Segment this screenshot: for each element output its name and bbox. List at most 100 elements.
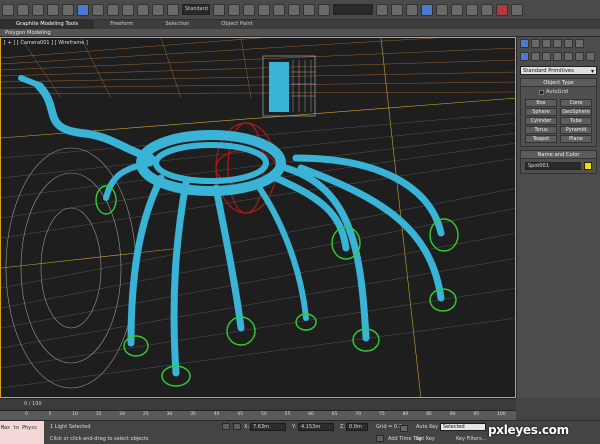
pivot-center-icon[interactable] — [213, 3, 225, 16]
edit-named-selection-icon[interactable] — [318, 3, 330, 16]
object-color-swatch[interactable] — [584, 162, 592, 170]
utilities-tab-icon[interactable] — [575, 39, 584, 48]
named-selection-select[interactable] — [333, 4, 373, 15]
mirror-icon[interactable] — [376, 3, 388, 16]
render-setup-icon[interactable] — [481, 3, 493, 16]
autogrid-label[interactable]: AutoGrid — [546, 89, 568, 95]
camera-viewport[interactable]: [ + ] [ Camera001 ] [ Wireframe ] — [0, 37, 516, 398]
set-key-button[interactable]: Set Key — [416, 436, 435, 442]
display-tab-icon[interactable] — [564, 39, 573, 48]
tab-freeform[interactable]: Freeform — [94, 20, 149, 29]
timeline-tick-95: 95 — [473, 412, 480, 417]
tab-selection[interactable]: Selection — [149, 20, 205, 29]
key-filters-button[interactable]: Key Filters... — [456, 436, 486, 442]
snap-toggle-icon[interactable] — [258, 3, 270, 16]
timeline-tick-5: 5 — [48, 412, 52, 417]
autogrid-row: AutoGrid — [521, 87, 596, 97]
select-object-icon[interactable] — [77, 3, 89, 16]
modify-tab-icon[interactable] — [531, 39, 540, 48]
material-editor-icon[interactable] — [466, 3, 478, 16]
timeline-tick-85: 85 — [426, 412, 432, 417]
plane-button[interactable]: Plane — [560, 135, 592, 143]
ribbon-panel: Polygon Modeling — [0, 29, 600, 37]
tab-object-paint[interactable]: Object Paint — [205, 20, 268, 29]
helpers-icon[interactable] — [564, 52, 573, 61]
cameras-icon[interactable] — [553, 52, 562, 61]
render-production-icon[interactable] — [511, 3, 523, 16]
select-by-name-icon[interactable] — [92, 3, 104, 16]
timeline-tick-50: 50 — [261, 412, 267, 417]
frame-counter[interactable]: 0 / 100 — [24, 400, 54, 409]
align-icon[interactable] — [391, 3, 403, 16]
schematic-view-icon[interactable] — [451, 3, 463, 16]
auto-key-button[interactable]: Auto Key — [416, 424, 438, 430]
maxscript-listener[interactable]: Max to Physc — [0, 421, 44, 444]
keyboard-shortcut-icon[interactable] — [243, 3, 255, 16]
teapot-button[interactable]: Teapot — [525, 135, 557, 143]
percent-snap-icon[interactable] — [288, 3, 300, 16]
create-tab-icon[interactable] — [520, 39, 529, 48]
time-slider[interactable]: 0 / 100 — [0, 398, 516, 410]
manipulate-icon[interactable] — [228, 3, 240, 16]
object-name-field[interactable]: Spot001 — [525, 162, 582, 170]
graphite-tools-icon[interactable] — [421, 3, 433, 16]
layer-manager-icon[interactable] — [406, 3, 418, 16]
rotate-icon[interactable] — [152, 3, 164, 16]
geometry-icon[interactable] — [520, 52, 529, 61]
track-bar[interactable]: 0 5 10 15 20 25 30 35 40 45 50 55 60 65 70 75 80 85 90 95 10… — [0, 410, 516, 420]
tube-button[interactable]: Tube — [560, 117, 592, 125]
motion-tab-icon[interactable] — [553, 39, 562, 48]
reference-coordinate-select[interactable]: Standard — [182, 4, 210, 15]
geosphere-button[interactable]: GeoSphere — [560, 108, 592, 116]
move-icon[interactable] — [137, 3, 149, 16]
box-button[interactable]: Box — [525, 99, 557, 107]
watermark: pxleyes.com — [488, 423, 569, 437]
rectangular-selection-icon[interactable] — [107, 3, 119, 16]
undo-icon[interactable] — [2, 3, 14, 16]
cylinder-button[interactable]: Cylinder — [525, 117, 557, 125]
object-type-header[interactable]: Object Type — [521, 79, 596, 87]
y-label: Y: — [292, 424, 297, 430]
curve-editor-icon[interactable] — [436, 3, 448, 16]
command-panel: Standard Primitives Object Type AutoGrid… — [516, 37, 600, 398]
unlink-icon[interactable] — [47, 3, 59, 16]
ribbon-sub-label[interactable]: Polygon Modeling — [0, 30, 51, 36]
hierarchy-tab-icon[interactable] — [542, 39, 551, 48]
primitive-category-select[interactable]: Standard Primitives — [520, 66, 597, 76]
timeline-tick-100: 100 — [497, 412, 506, 417]
autogrid-checkbox[interactable] — [539, 89, 544, 95]
bind-space-warp-icon[interactable] — [62, 3, 74, 16]
link-icon[interactable] — [32, 3, 44, 16]
absolute-mode-icon[interactable] — [233, 423, 241, 430]
timeline-tick-45: 45 — [237, 412, 244, 417]
z-coordinate-field[interactable]: 0.0m — [346, 423, 368, 431]
systems-icon[interactable] — [586, 52, 595, 61]
tab-graphite-modeling-tools[interactable]: Graphite Modeling Tools — [0, 20, 95, 29]
lock-selection-icon[interactable] — [222, 423, 230, 430]
timeline-tick-10: 10 — [72, 412, 78, 417]
cone-button[interactable]: Cone — [560, 99, 592, 107]
object-type-rollout: Object Type AutoGrid Box Cone Sphere Geo… — [520, 78, 597, 147]
sphere-button[interactable]: Sphere — [525, 108, 557, 116]
space-warps-icon[interactable] — [575, 52, 584, 61]
scale-icon[interactable] — [167, 3, 179, 16]
x-coordinate-field[interactable]: 7.63m — [250, 423, 286, 431]
rendered-frame-icon[interactable] — [496, 3, 508, 16]
pyramid-button[interactable]: Pyramid — [560, 126, 592, 134]
angle-snap-icon[interactable] — [273, 3, 285, 16]
name-color-header[interactable]: Name and Color — [521, 151, 596, 159]
command-panel-tabs — [517, 37, 600, 50]
y-coordinate-field[interactable]: 4.153m — [298, 423, 334, 431]
torus-button[interactable]: Torus — [525, 126, 557, 134]
spinner-snap-icon[interactable] — [303, 3, 315, 16]
viewport-label[interactable]: [ + ] [ Camera001 ] [ Wireframe ] — [4, 40, 88, 46]
redo-icon[interactable] — [17, 3, 29, 16]
timeline-tick-65: 65 — [331, 412, 338, 417]
add-time-tag-icon[interactable] — [376, 435, 384, 442]
key-mode-select[interactable]: Selected — [440, 423, 486, 431]
shapes-icon[interactable] — [531, 52, 540, 61]
timeline-tick-55: 55 — [284, 412, 291, 417]
lights-icon[interactable] — [542, 52, 551, 61]
key-icon[interactable] — [400, 425, 408, 432]
window-crossing-icon[interactable] — [122, 3, 134, 16]
